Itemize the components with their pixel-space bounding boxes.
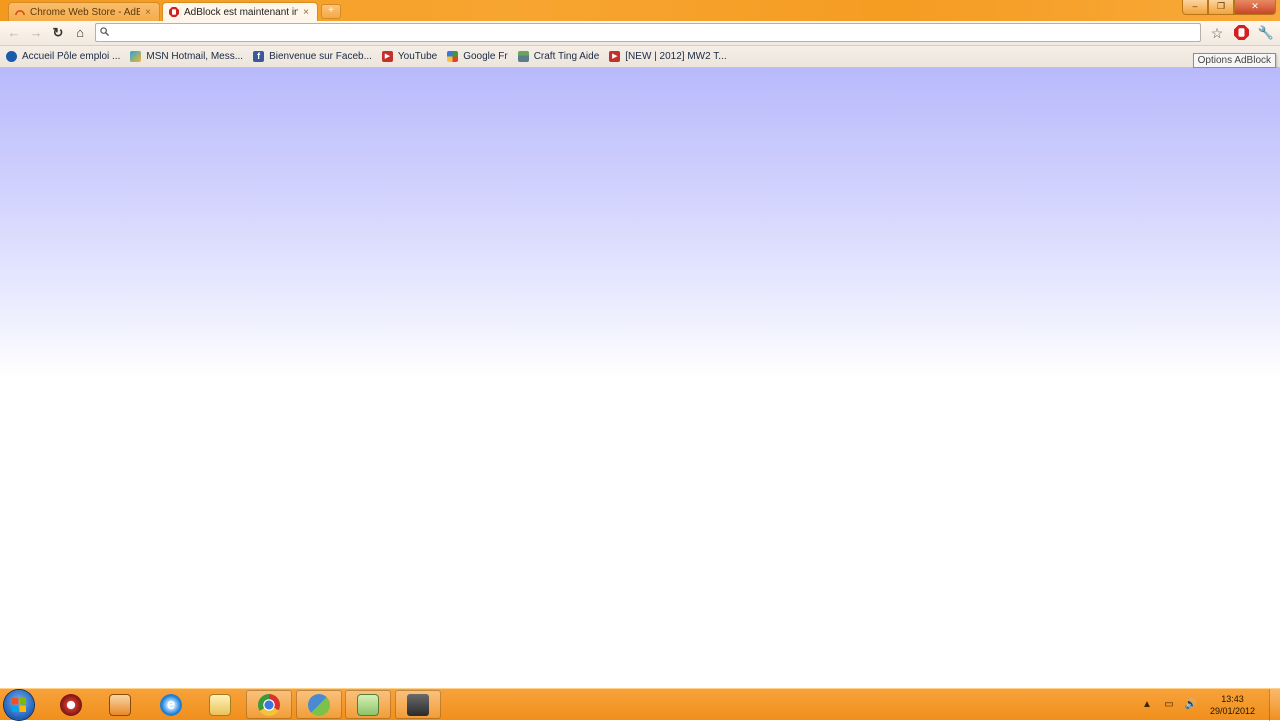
reload-button[interactable]: ↻	[50, 25, 66, 41]
forward-button[interactable]: →	[28, 25, 44, 41]
search-icon	[100, 27, 109, 36]
taskbar-file-explorer[interactable]	[197, 690, 243, 719]
bookmark-label: Bienvenue sur Faceb...	[269, 51, 372, 62]
tab-chrome-web-store[interactable]: Chrome Web Store - AdBlo ×	[8, 2, 160, 21]
adblock-icon	[169, 7, 179, 17]
video-camera-icon	[407, 693, 429, 716]
taskbar-notes[interactable]	[345, 690, 391, 719]
bookmark-label: Craft Ting Aide	[533, 51, 600, 62]
clock[interactable]: 13:43 29/01/2012	[1210, 693, 1255, 717]
volume-icon[interactable]: 🔊	[1184, 698, 1198, 712]
bookmark-mw2-video[interactable]: ▶ [NEW | 2012] MW2 T...	[609, 51, 727, 62]
youtube-icon: ▶	[381, 51, 393, 62]
start-button[interactable]	[4, 690, 34, 720]
adblock-extension-button[interactable]	[1232, 24, 1250, 42]
bookmark-youtube[interactable]: ▶ YouTube	[381, 51, 438, 62]
bookmark-star-icon[interactable]: ☆	[1208, 24, 1226, 42]
chrome-web-store-icon	[15, 10, 25, 16]
title-bar[interactable]: Chrome Web Store - AdBlo × AdBlock est m…	[0, 0, 1280, 21]
show-desktop-button[interactable]	[1269, 689, 1280, 721]
system-tray: ▲ ▭ 🔊 13:43 29/01/2012	[1136, 689, 1280, 721]
bookmark-label: Google Fr	[463, 51, 508, 62]
bookmark-msn-hotmail[interactable]: MSN Hotmail, Mess...	[130, 51, 243, 62]
taskbar-messenger[interactable]	[296, 690, 342, 719]
taskbar-internet-explorer[interactable]: e	[148, 690, 194, 719]
internet-explorer-icon: e	[160, 693, 182, 716]
omnibox[interactable]	[95, 23, 1201, 42]
google-icon	[447, 51, 459, 62]
media-player-icon	[109, 693, 131, 716]
taskbar-quicktime[interactable]	[48, 690, 94, 719]
tab-title: AdBlock est maintenant ins	[184, 6, 298, 18]
clock-date: 29/01/2012	[1209, 706, 1255, 716]
browser-toolbar: ← → ↻ ⌂ ☆ 🔧	[0, 21, 1280, 46]
tab-close-icon[interactable]: ×	[143, 7, 153, 18]
notes-app-icon	[357, 693, 379, 716]
tab-close-icon[interactable]: ×	[301, 7, 311, 18]
maximize-button[interactable]: ❐	[1208, 0, 1234, 15]
bookmark-pole-emploi[interactable]: Accueil Pôle emploi ...	[6, 51, 120, 62]
address-input[interactable]	[116, 25, 1190, 42]
close-window-button[interactable]: ✕	[1234, 0, 1276, 15]
msn-butterfly-icon	[130, 51, 142, 62]
bookmark-label: [NEW | 2012] MW2 T...	[625, 51, 727, 62]
window-controls: – ❐ ✕	[1182, 0, 1276, 15]
windows-taskbar: e ▲ ▭ 🔊 13:43 29/01/2012	[0, 688, 1280, 721]
bookmark-label: Accueil Pôle emploi ...	[22, 51, 121, 62]
bookmarks-bar: Accueil Pôle emploi ... MSN Hotmail, Mes…	[0, 46, 1280, 68]
messenger-icon	[308, 693, 330, 716]
pole-emploi-icon	[6, 51, 17, 62]
adblock-icon	[1233, 25, 1249, 40]
adblock-tooltip: Options AdBlock	[1192, 53, 1276, 68]
page-content	[0, 68, 1280, 688]
quicktime-icon	[60, 693, 82, 716]
file-explorer-icon	[209, 693, 231, 716]
home-button[interactable]: ⌂	[72, 25, 88, 41]
taskbar-chrome[interactable]	[246, 690, 292, 719]
network-icon[interactable]: ▭	[1162, 698, 1176, 712]
clock-time: 13:43	[1221, 694, 1244, 704]
chrome-icon	[258, 693, 280, 716]
back-button[interactable]: ←	[6, 25, 22, 41]
youtube-icon: ▶	[609, 51, 621, 62]
bookmark-craft-ting[interactable]: Craft Ting Aide	[517, 51, 600, 62]
minimize-button[interactable]: –	[1182, 0, 1208, 15]
wrench-menu-icon[interactable]: 🔧	[1257, 24, 1275, 42]
new-tab-button[interactable]: +	[321, 4, 341, 19]
windows-logo-icon	[12, 698, 26, 712]
taskbar-media-player[interactable]	[97, 690, 143, 719]
bookmark-label: YouTube	[397, 51, 438, 62]
facebook-icon: f	[253, 51, 265, 62]
bookmark-label: MSN Hotmail, Mess...	[146, 51, 244, 62]
show-hidden-icons-icon[interactable]: ▲	[1140, 698, 1154, 712]
tab-title: Chrome Web Store - AdBlo	[30, 6, 140, 18]
minecraft-block-icon	[517, 51, 529, 62]
tab-adblock-installed[interactable]: AdBlock est maintenant ins ×	[162, 2, 318, 21]
bookmark-facebook[interactable]: f Bienvenue sur Faceb...	[253, 51, 372, 62]
taskbar-video-camera[interactable]	[395, 690, 441, 719]
bookmark-google-fr[interactable]: Google Fr	[447, 51, 508, 62]
